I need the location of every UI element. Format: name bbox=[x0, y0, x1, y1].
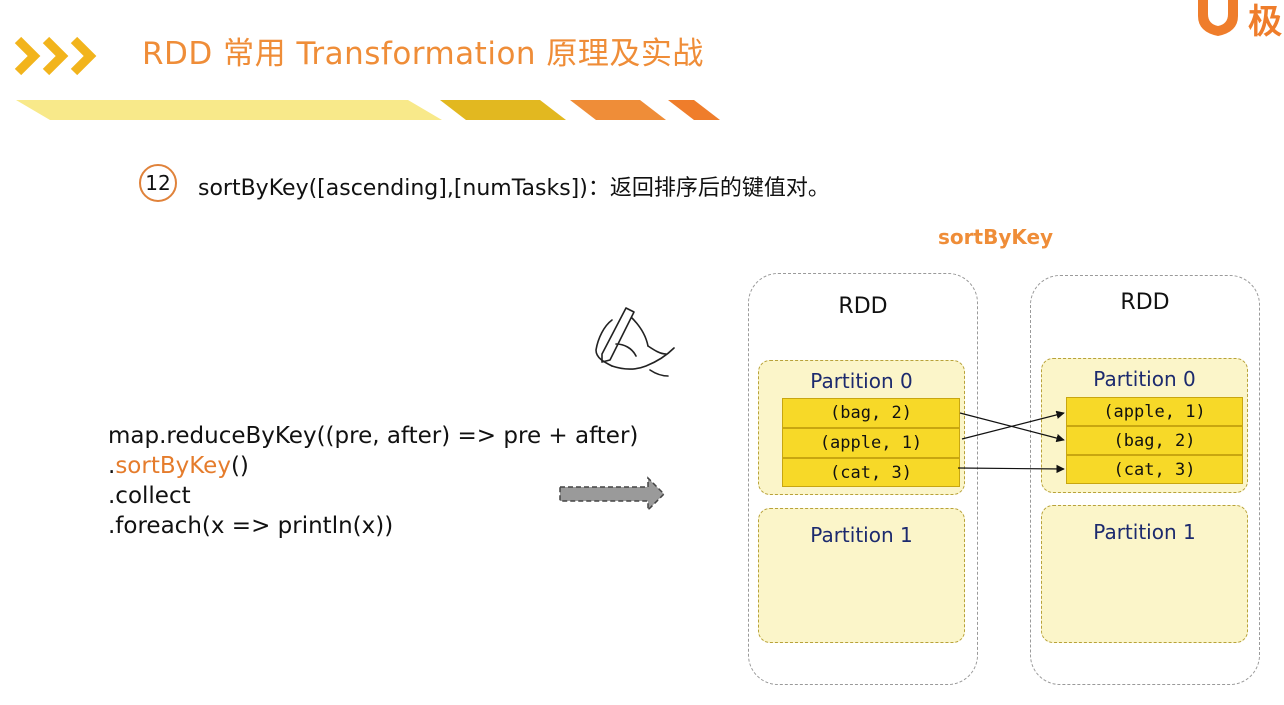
page-title: RDD 常用 Transformation 原理及实战 bbox=[142, 36, 704, 72]
right-record-3: (cat, 3) bbox=[1066, 455, 1243, 484]
code-highlight: sortByKey bbox=[115, 453, 231, 479]
code-line-2-suffix: () bbox=[230, 453, 249, 479]
dashed-arrow-icon bbox=[559, 476, 666, 512]
right-partition-0-label: Partition 0 bbox=[1093, 367, 1196, 391]
code-line-4: .foreach(x => println(x)) bbox=[108, 513, 394, 539]
logo-icon bbox=[1198, 0, 1238, 36]
left-record-3: (cat, 3) bbox=[782, 458, 960, 487]
left-record-1: (bag, 2) bbox=[782, 398, 960, 428]
left-rdd-label: RDD bbox=[838, 294, 888, 319]
item-number: 12 bbox=[145, 171, 171, 195]
item-number-badge: 12 bbox=[139, 164, 177, 202]
right-partition-1-label: Partition 1 bbox=[1093, 520, 1196, 544]
right-record-1: (apple, 1) bbox=[1066, 397, 1243, 426]
chevron-arrows-icon bbox=[14, 36, 97, 76]
header-stripes bbox=[16, 100, 720, 120]
right-record-2: (bag, 2) bbox=[1066, 426, 1243, 455]
right-rdd-label: RDD bbox=[1120, 290, 1170, 315]
logo-text: 极 bbox=[1248, 2, 1282, 42]
right-partition-1: Partition 1 bbox=[1041, 505, 1248, 643]
hand-writing-icon bbox=[595, 307, 675, 377]
left-partition-1: Partition 1 bbox=[758, 508, 965, 643]
left-partition-0-label: Partition 0 bbox=[810, 369, 913, 393]
left-partition-1-label: Partition 1 bbox=[810, 523, 913, 547]
item-description: sortByKey([ascending],[numTasks])：返回排序后的… bbox=[198, 176, 830, 201]
left-record-2: (apple, 1) bbox=[782, 428, 960, 458]
code-line-1: map.reduceByKey((pre, after) => pre + af… bbox=[108, 423, 639, 449]
diagram-title: sortByKey bbox=[938, 225, 1054, 249]
